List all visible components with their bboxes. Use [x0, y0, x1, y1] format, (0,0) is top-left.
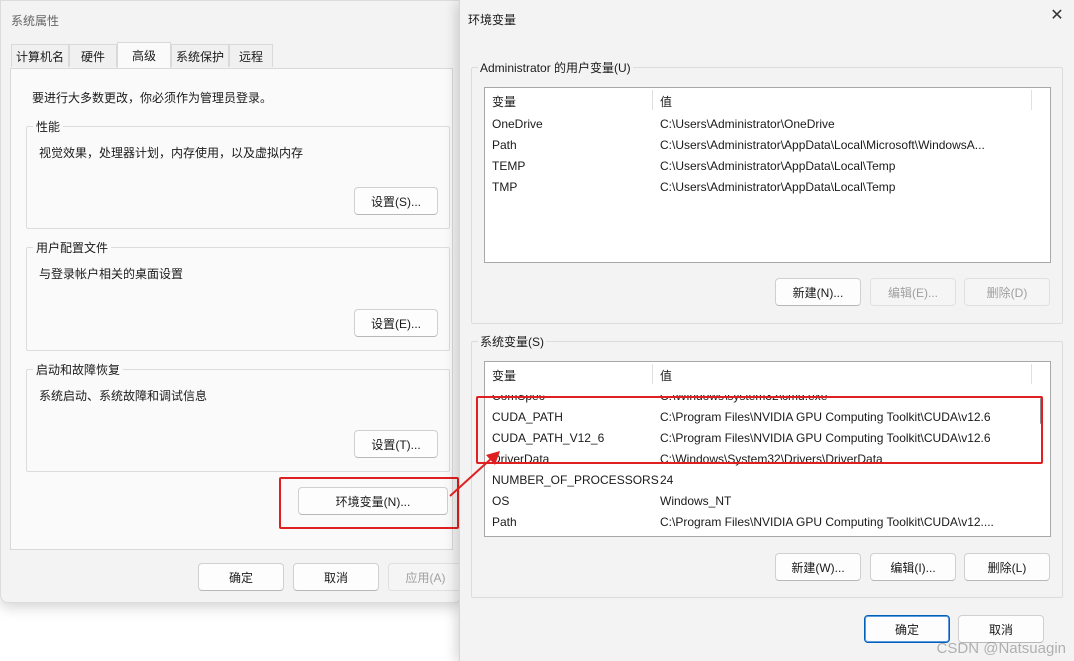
startup-recovery-group: 启动和故障恢复 系统启动、系统故障和调试信息 设置(T)...	[26, 361, 450, 472]
variable-value: Windows_NT	[660, 494, 732, 508]
highlight-env-button	[279, 477, 459, 529]
admin-intro-text: 要进行大多数更改，你必须作为管理员登录。	[32, 91, 273, 105]
variable-name: Path	[492, 138, 517, 152]
ok-button[interactable]: 确定	[198, 563, 284, 591]
performance-group: 性能 视觉效果，处理器计划，内存使用，以及虚拟内存 设置(S)...	[26, 118, 450, 229]
column-divider	[1031, 364, 1032, 384]
highlight-cuda-variables	[476, 396, 1043, 464]
user-delete-button[interactable]: 删除(D)	[964, 278, 1050, 306]
list-item[interactable]: TMP C:\Users\Administrator\AppData\Local…	[485, 177, 1050, 198]
user-new-button[interactable]: 新建(N)...	[775, 278, 861, 306]
system-delete-button[interactable]: 删除(L)	[964, 553, 1050, 581]
system-edit-button[interactable]: 编辑(I)...	[870, 553, 956, 581]
variable-name: TEMP	[492, 159, 526, 173]
user-edit-button[interactable]: 编辑(E)...	[870, 278, 956, 306]
startup-recovery-legend: 启动和故障恢复	[33, 361, 124, 378]
column-divider	[1031, 90, 1032, 110]
list-header: 变量 值	[485, 88, 1050, 112]
system-variables-legend: 系统变量(S)	[478, 333, 546, 350]
env-ok-button[interactable]: 确定	[864, 615, 950, 643]
watermark: CSDN @Natsuagin	[936, 640, 1066, 657]
performance-legend: 性能	[33, 118, 64, 135]
user-profiles-desc: 与登录帐户相关的桌面设置	[39, 267, 184, 281]
column-header-value[interactable]: 值	[660, 93, 672, 110]
variable-value: C:\Users\Administrator\AppData\Local\Tem…	[660, 180, 896, 194]
close-icon[interactable]: ✕	[1047, 6, 1067, 26]
dialog-title: 环境变量	[468, 13, 517, 27]
system-variables-group: 系统变量(S) 变量 值 ComSpec C:\Windows\system32…	[471, 333, 1063, 598]
variable-name: Path	[492, 515, 517, 529]
variable-value: C:\Users\Administrator\AppData\Local\Tem…	[660, 159, 896, 173]
performance-desc: 视觉效果，处理器计划，内存使用，以及虚拟内存	[39, 146, 304, 160]
performance-settings-button[interactable]: 设置(S)...	[354, 187, 438, 215]
tab-remote[interactable]: 远程	[229, 44, 273, 67]
apply-button[interactable]: 应用(A)	[388, 563, 462, 591]
column-divider	[652, 364, 653, 384]
list-item[interactable]: Path C:\Users\Administrator\AppData\Loca…	[485, 135, 1050, 156]
variable-value: C:\Users\Administrator\AppData\Local\Mic…	[660, 138, 985, 152]
tab-system-protection[interactable]: 系统保护	[171, 44, 229, 67]
startup-recovery-desc: 系统启动、系统故障和调试信息	[39, 389, 208, 403]
startup-recovery-settings-button[interactable]: 设置(T)...	[354, 430, 438, 458]
variable-value: C:\Users\Administrator\OneDrive	[660, 117, 835, 131]
user-profiles-group: 用户配置文件 与登录帐户相关的桌面设置 设置(E)...	[26, 239, 450, 351]
column-header-variable[interactable]: 变量	[492, 367, 516, 384]
column-header-value[interactable]: 值	[660, 367, 672, 384]
tab-advanced[interactable]: 高级	[117, 42, 171, 68]
tab-hardware[interactable]: 硬件	[69, 44, 117, 67]
annotation-arrow-icon	[449, 451, 500, 497]
user-variables-list[interactable]: 变量 值 OneDrive C:\Users\Administrator\One…	[484, 87, 1051, 263]
environment-variables-dialog: 环境变量 ✕ Administrator 的用户变量(U) 变量 值 OneDr…	[459, 0, 1074, 661]
list-item[interactable]: NUMBER_OF_PROCESSORS 24	[485, 470, 1050, 491]
env-cancel-button[interactable]: 取消	[958, 615, 1044, 643]
system-new-button[interactable]: 新建(W)...	[775, 553, 861, 581]
window-title: 系统属性	[11, 14, 60, 28]
list-item[interactable]: TEMP C:\Users\Administrator\AppData\Loca…	[485, 156, 1050, 177]
column-divider	[652, 90, 653, 110]
column-header-variable[interactable]: 变量	[492, 93, 516, 110]
cancel-button[interactable]: 取消	[293, 563, 379, 591]
list-header: 变量 值	[485, 362, 1050, 386]
variable-name: NUMBER_OF_PROCESSORS	[492, 473, 659, 487]
list-item[interactable]: Path C:\Program Files\NVIDIA GPU Computi…	[485, 512, 1050, 533]
variable-name: TMP	[492, 180, 518, 194]
user-variables-group: Administrator 的用户变量(U) 变量 值 OneDrive C:\…	[471, 59, 1063, 324]
user-profiles-settings-button[interactable]: 设置(E)...	[354, 309, 438, 337]
variable-value: C:\Program Files\NVIDIA GPU Computing To…	[660, 515, 994, 529]
user-profiles-legend: 用户配置文件	[33, 239, 112, 256]
variable-name: OneDrive	[492, 117, 543, 131]
user-variables-legend: Administrator 的用户变量(U)	[478, 59, 633, 76]
list-item[interactable]: OS Windows_NT	[485, 491, 1050, 512]
list-item[interactable]: OneDrive C:\Users\Administrator\OneDrive	[485, 114, 1050, 135]
tab-computer-name[interactable]: 计算机名	[11, 44, 69, 67]
variable-value: 24	[660, 473, 674, 487]
